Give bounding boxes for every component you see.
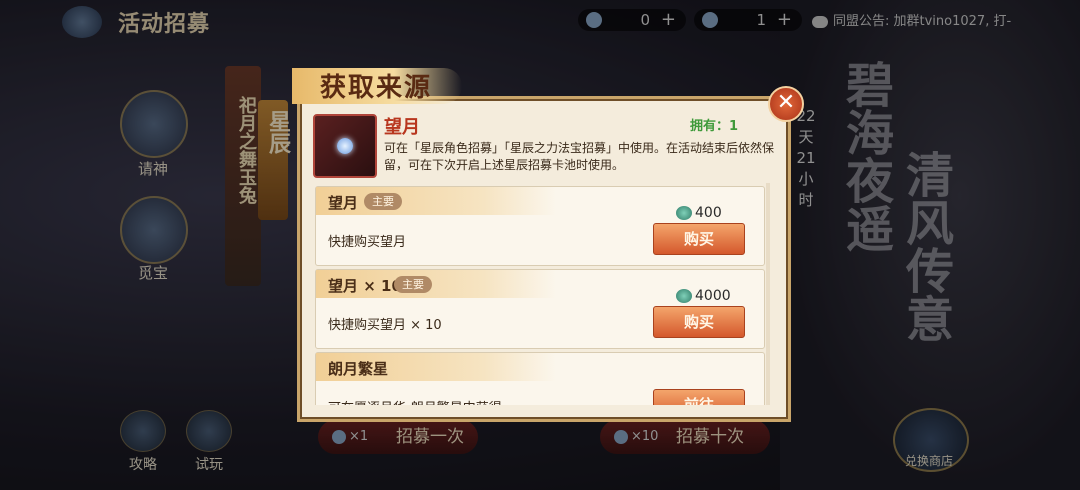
price: 400 <box>676 205 722 221</box>
source-desc: 可在愿逐月华-朗月繁星中获得 <box>328 397 502 405</box>
close-button[interactable]: ✕ <box>768 86 804 122</box>
source-desc: 快捷购买望月 × 10 <box>328 318 442 333</box>
main-tag: 主要 <box>364 193 402 210</box>
source-name: 朗月繁星 <box>328 360 389 378</box>
source-card: 朗月繁星 可在愿逐月华-朗月繁星中获得 前往 <box>315 352 765 405</box>
modal-title: 获取来源 <box>320 73 433 103</box>
jade-coin-icon <box>676 206 692 220</box>
item-description: 可在「星辰角色招募」「星辰之力法宝招募」中使用。在活动结束后依然保留，可在下次开… <box>384 141 775 172</box>
item-icon <box>313 114 377 178</box>
source-desc: 快捷购买望月 <box>328 235 407 250</box>
source-card: 望月 主要 快捷购买望月 400 购买 <box>315 186 765 266</box>
price: 4000 <box>676 288 731 304</box>
source-name: 望月 <box>328 194 359 212</box>
source-list[interactable]: 望月 主要 快捷购买望月 400 购买 望月 × 10 主要 快捷购买望月 × … <box>313 183 766 405</box>
owned-count: 拥有：1 <box>690 119 739 134</box>
buy-button[interactable]: 购买 <box>653 306 745 338</box>
goto-button[interactable]: 前往 <box>653 389 745 405</box>
buy-button[interactable]: 购买 <box>653 223 745 255</box>
moon-gem-icon <box>337 138 353 154</box>
source-card: 望月 × 10 主要 快捷购买望月 × 10 4000 购买 <box>315 269 765 349</box>
list-scrollbar[interactable] <box>766 183 770 405</box>
item-name: 望月 <box>384 117 420 138</box>
source-name: 望月 × 10 <box>328 277 402 295</box>
main-tag: 主要 <box>394 276 432 293</box>
jade-coin-icon <box>676 289 692 303</box>
